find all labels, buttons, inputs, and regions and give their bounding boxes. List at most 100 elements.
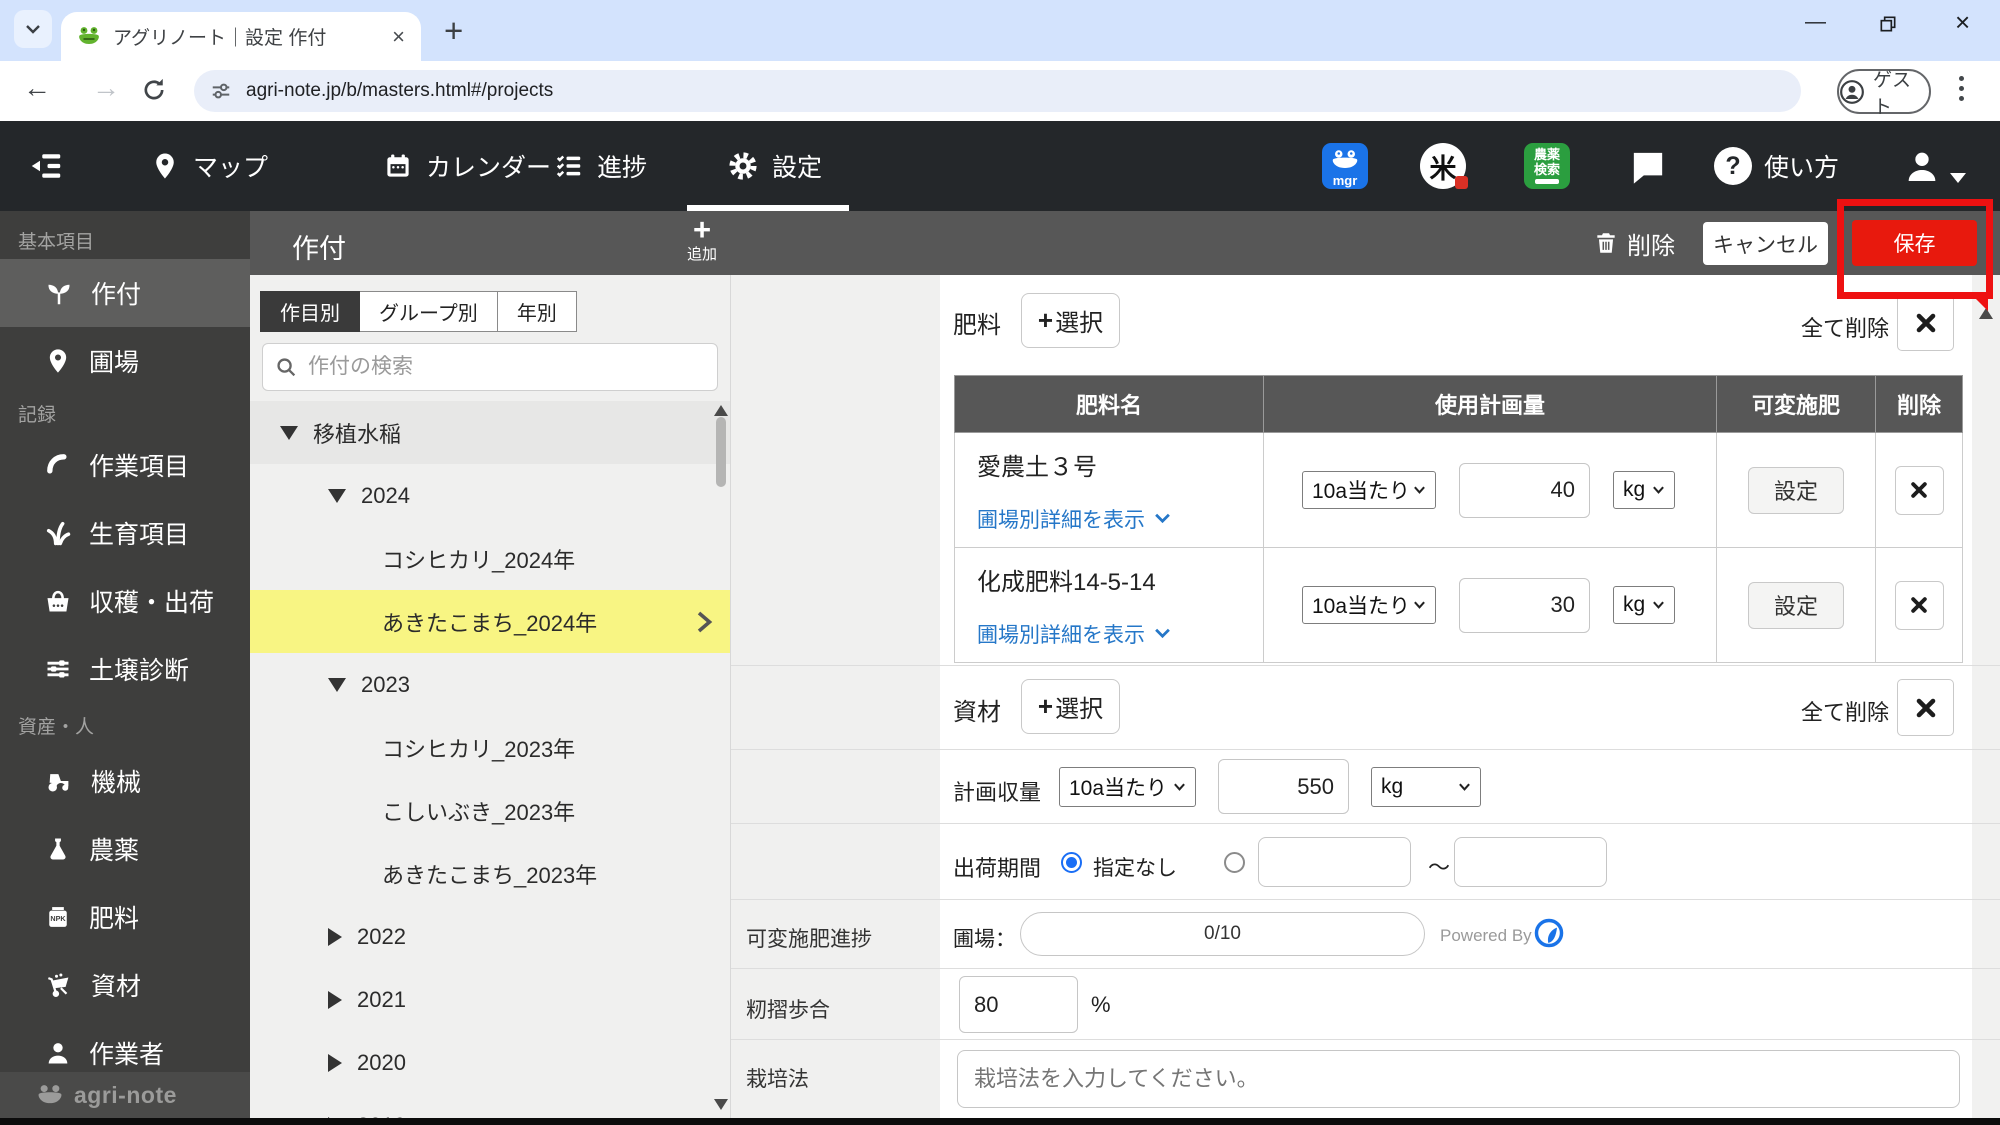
caret-right-icon [328, 1053, 342, 1072]
scrollbar-thumb[interactable] [716, 417, 726, 487]
nav-item-map[interactable]: マップ [150, 121, 268, 211]
radio-no-period[interactable] [1061, 852, 1082, 873]
select-caret-icon [1653, 601, 1664, 609]
field-detail-link[interactable]: 圃場別詳細を表示 [977, 619, 1263, 649]
help-icon[interactable]: ? [1714, 147, 1752, 185]
nav-collapse-button[interactable] [28, 121, 64, 211]
unit-select[interactable]: kg [1613, 471, 1675, 509]
sidebar-item-shukka[interactable]: 収穫・出荷 [0, 567, 250, 635]
tree-item-crop[interactable]: コシヒカリ_2023年 [250, 716, 730, 779]
tree-search-box [262, 343, 718, 391]
sidebar-item-sakutsuke[interactable]: 作付 [0, 259, 250, 327]
save-button[interactable]: 保存 [1852, 220, 1977, 266]
sidebar-item-dojoushindan[interactable]: 土壌診断 [0, 635, 250, 703]
nav-item-settings[interactable]: 設定 [727, 121, 822, 211]
tab-search-chevron-icon[interactable] [14, 10, 52, 48]
period-start-input[interactable] [1258, 837, 1411, 887]
delete-button[interactable]: 削除 [1593, 211, 1675, 275]
material-delete-all-button[interactable] [1897, 679, 1954, 736]
account-icon[interactable] [1902, 146, 1942, 186]
window-minimize-button[interactable]: — [1805, 10, 1826, 34]
nav-item-progress[interactable]: 進捗 [554, 121, 647, 211]
calendar-icon [383, 151, 413, 181]
amount-input[interactable] [1459, 462, 1590, 518]
radio-custom-period[interactable] [1224, 852, 1245, 873]
sidebar-item-sagyoukoumoku[interactable]: 作業項目 [0, 431, 250, 499]
per-unit-select[interactable]: 10a当たり [1302, 471, 1436, 509]
yield-amount-input[interactable] [1218, 759, 1349, 814]
tree-item-crop-selected[interactable]: あきたこまち_2024年 [250, 590, 730, 653]
tab-by-year[interactable]: 年別 [497, 291, 577, 332]
chat-icon[interactable] [1628, 147, 1668, 187]
yield-unit-select[interactable]: kg [1371, 767, 1481, 807]
sidebar-item-kikai[interactable]: 機械 [0, 747, 250, 815]
add-button[interactable]: + 追加 [670, 214, 734, 262]
col-header-delete: 削除 [1875, 375, 1963, 433]
window-close-button[interactable]: × [1955, 7, 1970, 38]
basket-icon [44, 587, 72, 615]
new-tab-button[interactable]: + [444, 12, 463, 50]
flask-icon [44, 835, 72, 863]
scroll-up-icon[interactable] [714, 405, 728, 416]
variable-rate-config-button[interactable]: 設定 [1748, 581, 1844, 629]
variable-rate-config-button[interactable]: 設定 [1748, 466, 1844, 514]
agrinote-manager-app-icon[interactable]: mgr [1322, 143, 1368, 189]
search-icon [275, 356, 298, 379]
back-button[interactable]: ← [23, 72, 51, 104]
tab-close-icon[interactable]: × [392, 25, 405, 48]
fertilizer-delete-all-button[interactable] [1897, 294, 1954, 351]
field-detail-link[interactable]: 圃場別詳細を表示 [977, 504, 1263, 534]
sidebar-item-hiryou[interactable]: NPK 肥料 [0, 883, 250, 951]
fertilizer-select-button[interactable]: + 選択 [1021, 293, 1120, 348]
tree-item-crop[interactable]: あきたこまち_2023年 [250, 842, 730, 905]
nav-label: マップ [193, 154, 269, 182]
search-input[interactable] [308, 355, 705, 379]
reload-button[interactable] [140, 76, 168, 104]
chevron-right-icon [695, 610, 715, 634]
tree-item-group[interactable]: 移植水稲 [250, 401, 730, 464]
tree-item-year[interactable]: 2019 [250, 1094, 730, 1118]
row-delete-button[interactable] [1894, 580, 1944, 630]
per-unit-select[interactable]: 10a当たり [1302, 586, 1436, 624]
forward-button[interactable]: → [92, 72, 120, 104]
trash-icon [1593, 229, 1619, 257]
tab-by-group[interactable]: グループ別 [360, 291, 498, 332]
sidebar-item-nouyaku[interactable]: 農薬 [0, 815, 250, 883]
tree-item-year[interactable]: 2021 [250, 968, 730, 1031]
cultivation-input[interactable] [957, 1050, 1960, 1108]
tree-item-year[interactable]: 2023 [250, 653, 730, 716]
sidebar-item-seiikukoumoku[interactable]: 生育項目 [0, 499, 250, 567]
period-end-input[interactable] [1454, 837, 1607, 887]
profile-button[interactable]: ゲスト [1837, 69, 1931, 118]
browser-tab[interactable]: アグリノート｜設定 作付 × [61, 12, 421, 61]
material-select-button[interactable]: + 選択 [1021, 679, 1120, 734]
tree-item-year[interactable]: 2024 [250, 464, 730, 527]
window-restore-button[interactable] [1878, 14, 1898, 34]
window-bottom-edge [0, 1118, 2000, 1125]
row-delete-button[interactable] [1894, 465, 1944, 515]
hulling-ratio-input[interactable] [959, 976, 1078, 1033]
tree-item-crop[interactable]: こしいぶき_2023年 [250, 779, 730, 842]
tree-item-year[interactable]: 2020 [250, 1031, 730, 1094]
shipping-period-section: 出荷期間 指定なし ～ [731, 824, 2000, 900]
sidebar-section-basic: 基本項目 [18, 231, 95, 253]
url-bar[interactable]: agri-note.jp/b/masters.html#/projects [194, 70, 1801, 112]
caret-down-icon [280, 425, 298, 440]
yield-per-unit-select[interactable]: 10a当たり [1059, 767, 1196, 807]
help-label[interactable]: 使い方 [1764, 121, 1839, 211]
scroll-down-icon[interactable] [714, 1099, 728, 1110]
sidebar-item-label: 機械 [91, 769, 142, 797]
browser-menu-icon[interactable] [1959, 76, 1964, 101]
nav-item-calendar[interactable]: カレンダー [383, 121, 551, 211]
site-settings-icon[interactable] [210, 80, 232, 102]
pesticide-search-app-icon[interactable]: 農薬 検索 [1524, 143, 1570, 189]
tree-scrollbar[interactable] [713, 405, 729, 1110]
tree-item-year[interactable]: 2022 [250, 905, 730, 968]
sidebar-item-shizai[interactable]: 資材 [0, 951, 250, 1019]
cancel-button[interactable]: キャンセル [1703, 222, 1828, 265]
unit-select[interactable]: kg [1613, 586, 1675, 624]
tree-item-crop[interactable]: コシヒカリ_2024年 [250, 527, 730, 590]
tab-by-crop[interactable]: 作目別 [260, 291, 360, 332]
sidebar-item-hojou[interactable]: 圃場 [0, 327, 250, 395]
amount-input[interactable] [1459, 577, 1590, 633]
